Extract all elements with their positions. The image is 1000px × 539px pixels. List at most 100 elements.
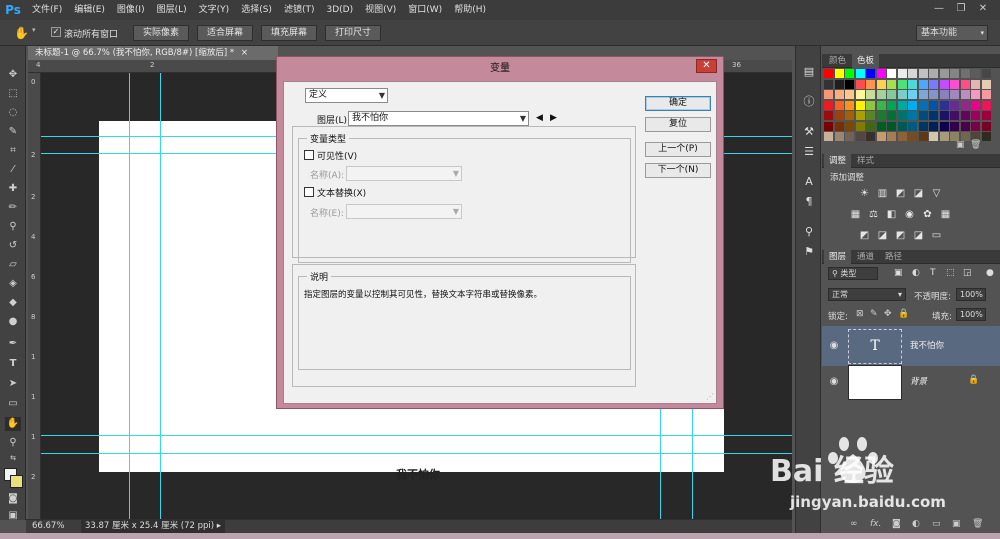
- color-swatch[interactable]: [918, 100, 928, 110]
- color-swatch[interactable]: [897, 111, 907, 120]
- lock-position-icon[interactable]: ✥: [884, 309, 892, 319]
- guide-horizontal[interactable]: [41, 435, 792, 436]
- color-swatch[interactable]: [971, 111, 980, 120]
- color-swatch[interactable]: [824, 69, 833, 78]
- color-swatch[interactable]: [960, 121, 970, 131]
- curves-icon[interactable]: ◩: [894, 188, 907, 200]
- color-swatch[interactable]: [971, 69, 980, 78]
- menu-select[interactable]: 选择(S): [235, 0, 278, 20]
- clone-source-panel-icon[interactable]: ⚲: [801, 224, 817, 240]
- text-replace-label[interactable]: 文本替换(X): [317, 186, 366, 199]
- new-layer-icon[interactable]: ▣: [952, 519, 961, 529]
- color-swatch[interactable]: [950, 79, 959, 89]
- color-swatch[interactable]: [845, 121, 854, 131]
- color-swatch[interactable]: [834, 69, 844, 78]
- link-layers-icon[interactable]: ∞: [850, 519, 858, 529]
- color-swatch[interactable]: [855, 100, 865, 110]
- color-swatch[interactable]: [981, 100, 991, 110]
- blur-tool-icon[interactable]: ◆: [5, 296, 21, 310]
- color-swatch[interactable]: [908, 100, 917, 110]
- menu-file[interactable]: 文件(F): [26, 0, 68, 20]
- color-swatch[interactable]: [918, 79, 928, 89]
- color-swatch[interactable]: [950, 121, 959, 131]
- path-select-tool-icon[interactable]: ➤: [5, 377, 21, 391]
- menu-image[interactable]: 图像(I): [111, 0, 151, 20]
- color-swatch[interactable]: [939, 79, 949, 89]
- color-swatch[interactable]: [918, 121, 928, 131]
- color-swatch[interactable]: [971, 79, 980, 89]
- menu-view[interactable]: 视图(V): [359, 0, 402, 20]
- fit-screen-button[interactable]: 适合屏幕: [197, 25, 253, 41]
- next-button[interactable]: 下一个(N): [645, 163, 711, 178]
- layer-row-text[interactable]: ◉ T 我不怕你: [822, 326, 1000, 366]
- color-swatch[interactable]: [929, 100, 938, 110]
- color-balance-icon[interactable]: ⚖: [867, 209, 880, 221]
- color-swatch[interactable]: [960, 79, 970, 89]
- color-swatch[interactable]: [960, 69, 970, 78]
- new-group-icon[interactable]: ▭: [932, 519, 941, 529]
- brush-tool-icon[interactable]: ✏: [5, 201, 21, 215]
- color-swatch[interactable]: [939, 111, 949, 120]
- ruler-vertical[interactable]: 0 2 2 4 6 8 1 1 1 2: [28, 73, 41, 519]
- color-swatch[interactable]: [834, 79, 844, 89]
- color-swatch[interactable]: [834, 90, 844, 99]
- color-swatch[interactable]: [960, 111, 970, 120]
- reset-button[interactable]: 复位: [645, 117, 711, 132]
- color-swatch[interactable]: [929, 132, 938, 141]
- document-tab[interactable]: 未标题-1 @ 66.7% (我不怕你, RGB/8#) [缩放后] * ×: [28, 46, 278, 60]
- color-swatch[interactable]: [981, 90, 991, 99]
- type-tool-icon[interactable]: T: [5, 357, 21, 371]
- dodge-tool-icon[interactable]: ●: [5, 315, 21, 329]
- menu-layer[interactable]: 图层(L): [151, 0, 193, 20]
- actual-pixels-button[interactable]: 实际像素: [133, 25, 189, 41]
- color-swatch[interactable]: [855, 121, 865, 131]
- name-e-select[interactable]: ▼: [346, 204, 462, 219]
- hue-saturation-icon[interactable]: ▦: [849, 209, 862, 221]
- tool-presets-panel-icon[interactable]: ⚑: [801, 244, 817, 260]
- color-swatch[interactable]: [918, 111, 928, 120]
- brightness-contrast-icon[interactable]: ☀: [858, 188, 871, 200]
- zoom-level[interactable]: 66.67%: [32, 521, 64, 531]
- marquee-tool-icon[interactable]: ⬚: [5, 87, 21, 101]
- paint-bucket-tool-icon[interactable]: ◈: [5, 277, 21, 291]
- next-layer-arrow[interactable]: ▶: [550, 113, 557, 123]
- prev-layer-arrow[interactable]: ◀: [536, 113, 543, 123]
- new-swatch-icon[interactable]: ▣: [956, 140, 965, 150]
- color-swatch[interactable]: [908, 132, 917, 141]
- color-swatch[interactable]: [950, 111, 959, 120]
- layer-name[interactable]: 背景: [910, 375, 927, 387]
- color-swatch[interactable]: [929, 111, 938, 120]
- color-swatch[interactable]: [971, 100, 980, 110]
- resize-grip-icon[interactable]: ⋰: [706, 392, 714, 401]
- menu-type[interactable]: 文字(Y): [193, 0, 236, 20]
- brush-panel-icon[interactable]: ⚒: [801, 124, 817, 140]
- color-swatch[interactable]: [918, 90, 928, 99]
- background-color-swatch[interactable]: [10, 475, 23, 488]
- eyedropper-tool-icon[interactable]: ⁄: [5, 163, 21, 177]
- vibrance-icon[interactable]: ▽: [930, 188, 943, 200]
- eye-icon[interactable]: ◉: [828, 376, 840, 388]
- tab-color[interactable]: 颜色: [824, 54, 851, 68]
- layer-row-background[interactable]: ◉ 背景 🔒: [822, 362, 1000, 402]
- color-swatch[interactable]: [981, 79, 991, 89]
- color-swatch[interactable]: [908, 90, 917, 99]
- layer-name[interactable]: 我不怕你: [910, 339, 944, 351]
- color-swatch[interactable]: [887, 111, 896, 120]
- color-swatch[interactable]: [981, 111, 991, 120]
- color-swatch[interactable]: [929, 121, 938, 131]
- color-swatch[interactable]: [939, 69, 949, 78]
- new-adjustment-icon[interactable]: ◐: [912, 519, 920, 529]
- crop-tool-icon[interactable]: ⌗: [5, 144, 21, 158]
- default-colors-icon[interactable]: ⇆: [5, 451, 21, 465]
- add-mask-icon[interactable]: ◙: [892, 519, 901, 529]
- color-swatch[interactable]: [866, 132, 875, 141]
- lasso-tool-icon[interactable]: ◌: [5, 106, 21, 120]
- color-swatch[interactable]: [908, 111, 917, 120]
- document-size-info[interactable]: 33.87 厘米 x 25.4 厘米 (72 ppi) ▸: [81, 520, 226, 533]
- color-swatch[interactable]: [866, 90, 875, 99]
- color-swatch[interactable]: [855, 111, 865, 120]
- color-swatch[interactable]: [876, 90, 886, 99]
- channel-mixer-icon[interactable]: ✿: [921, 209, 934, 221]
- tab-channels[interactable]: 通道: [852, 250, 879, 264]
- filter-pixel-icon[interactable]: ▣: [894, 268, 903, 278]
